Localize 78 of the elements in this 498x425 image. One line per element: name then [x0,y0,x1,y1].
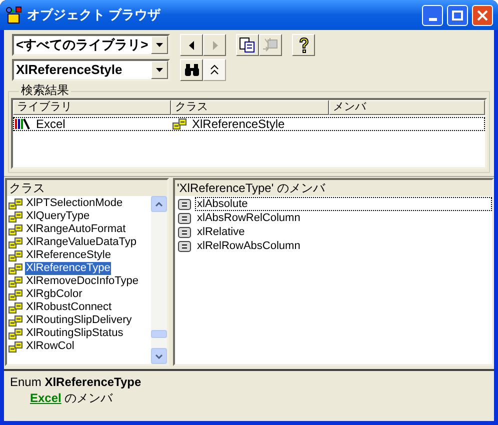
class-icon [8,236,24,248]
class-item[interactable]: XlQueryType [25,210,91,223]
help-icon [298,36,310,54]
enum-member-icon [178,226,191,238]
class-icon [8,224,24,236]
help-button[interactable] [292,34,315,56]
scrollbar[interactable] [151,196,167,364]
member-item[interactable]: xlRelative [195,225,492,239]
maximize-button[interactable] [447,4,468,26]
close-icon [477,10,488,20]
class-item[interactable]: XlReferenceStyle [25,249,112,262]
result-row[interactable]: Excel XlReferenceStyle [13,117,485,131]
column-header[interactable]: メンバ [329,100,485,115]
dropdown-button[interactable] [151,36,168,54]
back-button[interactable] [180,34,203,56]
library-combo[interactable]: <すべてのライブラリ> [12,34,170,56]
enum-member-icon [178,212,191,224]
class-icon [172,118,188,130]
class-item[interactable]: XlRangeAutoFormat [25,223,127,236]
pane-header: クラス [7,180,167,196]
class-icon [8,198,24,210]
class-item[interactable]: XlRobustConnect [25,301,113,314]
declaration-text: Enum XlReferenceType [10,374,142,390]
down-caret-icon [155,354,163,358]
class-icon [8,328,24,340]
class-icon [8,262,24,274]
column-header[interactable]: ライブラリ [13,100,171,115]
member-item[interactable]: xlAbsRowRelColumn [195,211,492,225]
minimize-button[interactable] [422,4,443,26]
scroll-down-button[interactable] [151,348,167,364]
pane-header: 'XlReferenceType' のメンバ [175,180,492,196]
definition-icon [262,37,279,53]
collapse-button[interactable] [203,59,226,81]
member-item[interactable]: xlRelRowAbsColumn [195,239,492,253]
enum-member-icon [178,240,191,252]
search-button[interactable] [180,59,203,81]
class-item[interactable]: XlReferenceType [25,262,112,275]
member-of-text: のメンバ [64,390,112,406]
maximize-icon [452,10,463,20]
copy-icon [239,37,256,53]
window-title: オブジェクト ブラウザ [27,6,162,24]
collapse-icon [210,64,219,76]
up-caret-icon [155,202,163,206]
enum-member-icon [178,198,191,210]
binoculars-icon [184,63,200,77]
class-icon [8,302,24,314]
group-title: 検索結果 [19,83,71,97]
class-item[interactable]: XlRgbColor [25,288,84,301]
right-arrow-icon [212,40,218,50]
table-cell-text: XlReferenceStyle [192,116,285,133]
app-icon [5,6,23,24]
class-item[interactable]: XlPTSelectionMode [25,197,124,210]
left-arrow-icon [188,40,194,50]
member-item[interactable]: xlAbsolute [195,197,492,211]
close-button[interactable] [472,4,493,26]
dropdown-button[interactable] [151,61,168,79]
search-combo[interactable]: XlReferenceStyle [12,59,170,81]
class-icon [8,210,24,222]
caret-icon [156,43,163,47]
table-cell-text: Excel [36,116,66,133]
class-icon [8,340,24,352]
class-item[interactable]: XlRangeValueDataTyp [25,236,138,249]
class-item[interactable]: XlRemoveDocInfoType [25,275,140,288]
library-link[interactable]: Excel [30,390,62,406]
minimize-icon [428,18,436,20]
class-icon [8,276,24,288]
copy-button[interactable] [236,34,259,56]
class-item[interactable]: XlRoutingSlipStatus [25,327,124,340]
class-icon [8,314,24,326]
scroll-thumb[interactable] [151,330,167,338]
scroll-up-button[interactable] [151,196,167,212]
class-item[interactable]: XlRoutingSlipDelivery [25,314,133,327]
class-icon [8,288,24,300]
caret-icon [156,68,163,72]
library-icon [14,118,32,130]
class-item[interactable]: XlRowCol [25,340,76,353]
column-header[interactable]: クラス [171,100,329,115]
class-icon [8,250,24,262]
